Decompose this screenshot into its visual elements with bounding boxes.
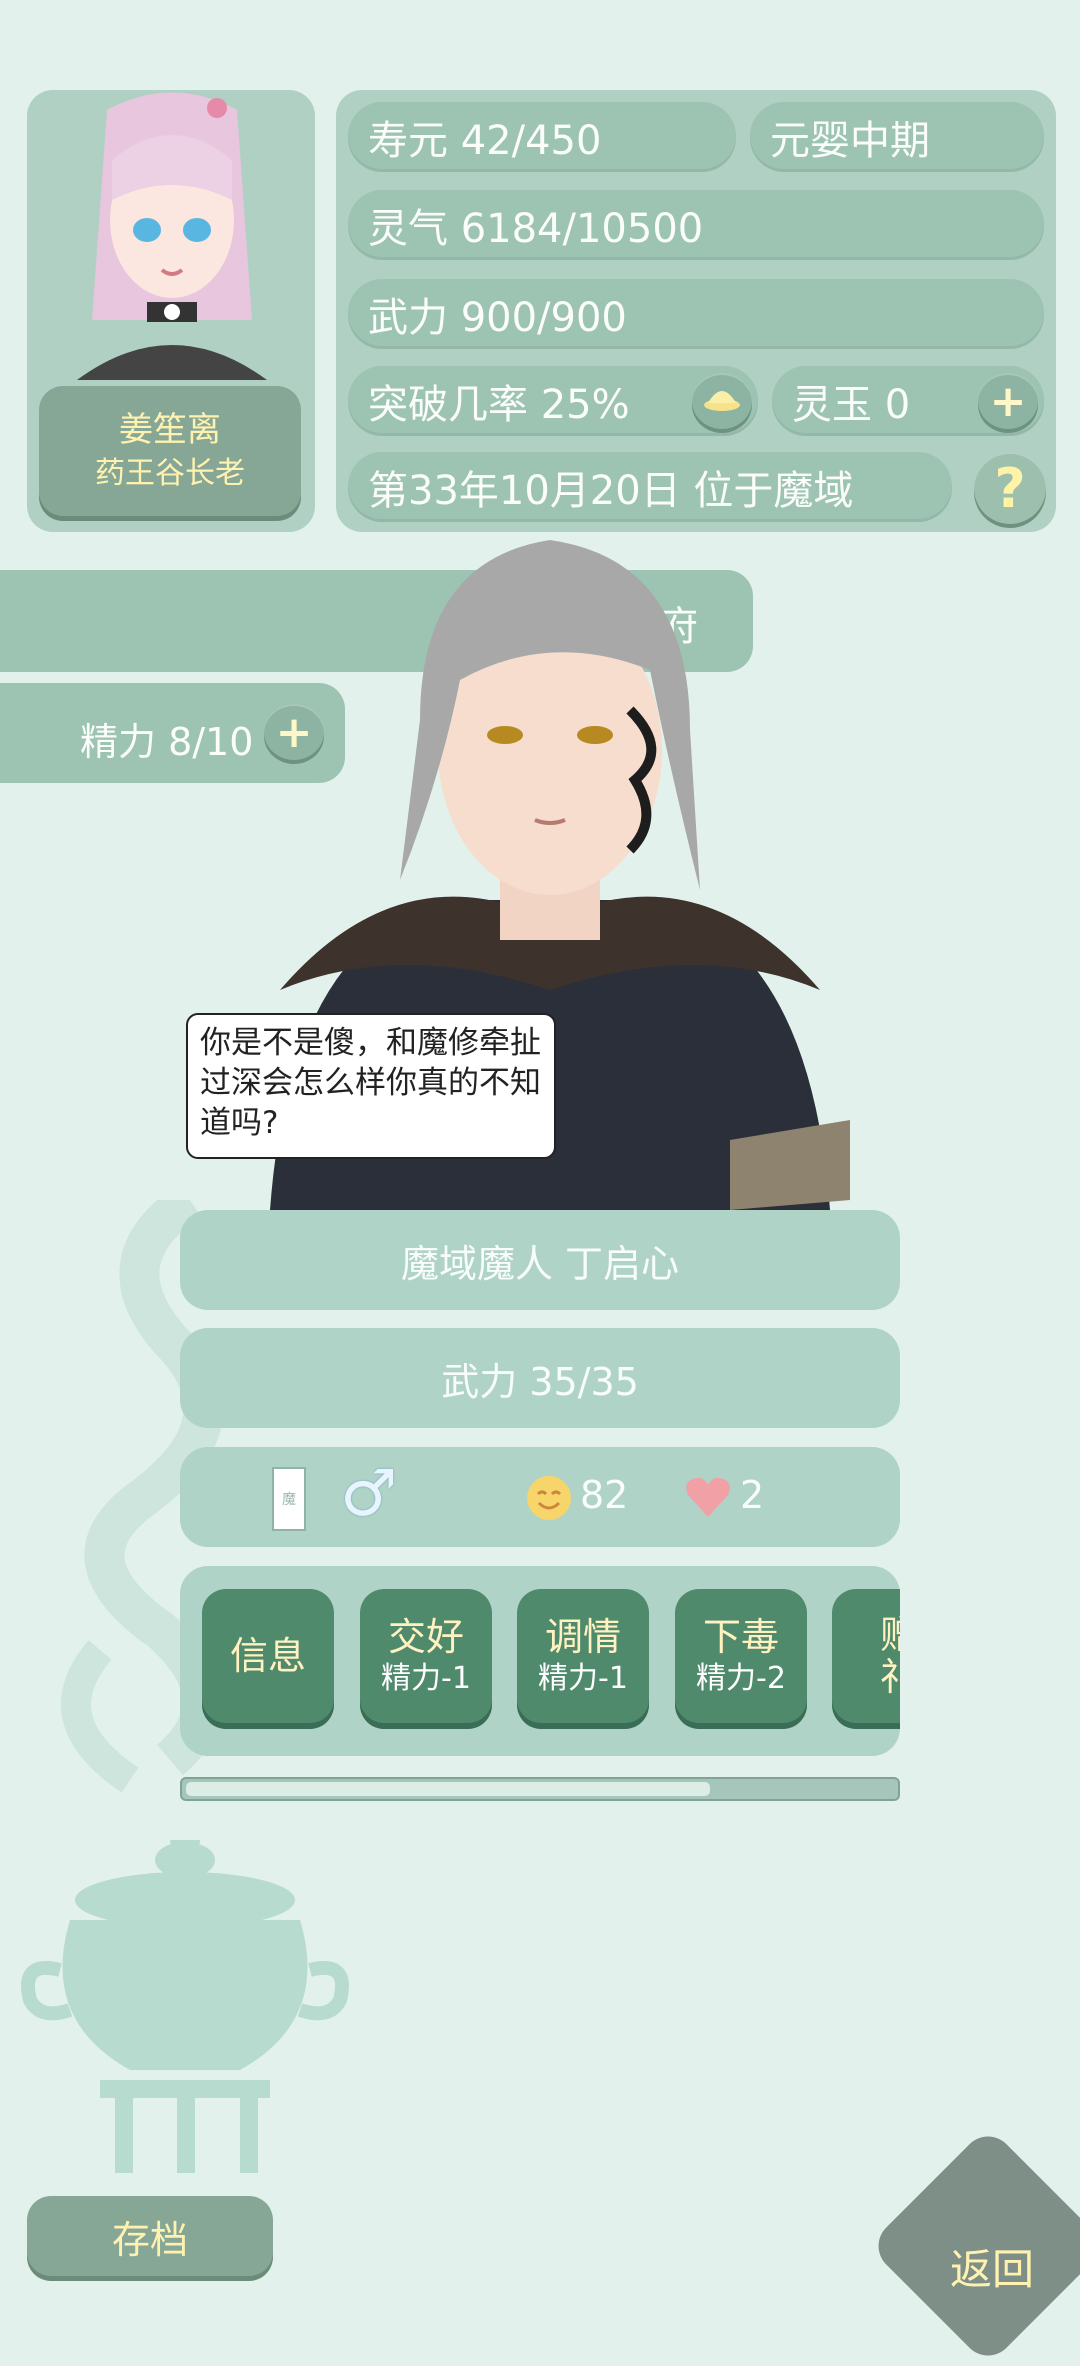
- npc-force: 武力 35/35: [180, 1328, 900, 1428]
- player-name: 姜笙离: [119, 410, 221, 450]
- force-stat: 武力 900/900: [348, 279, 1044, 349]
- info-button[interactable]: 信息: [202, 1589, 334, 1723]
- npc-speech-text: 你是不是傻，和魔修牵扯过深会怎么样你真的不知道吗?: [200, 1025, 541, 1141]
- befriend-button[interactable]: 交好 精力-1: [360, 1589, 492, 1723]
- flirt-button[interactable]: 调情 精力-1: [517, 1589, 649, 1723]
- npc-card-glyph: 魔: [282, 1492, 296, 1508]
- scrollbar-thumb[interactable]: [186, 1782, 710, 1796]
- befriend-button-cost: 精力-1: [381, 1661, 471, 1696]
- lifespan-stat: 寿元 42/450: [348, 102, 736, 172]
- gift-button[interactable]: 赠礼: [832, 1589, 900, 1723]
- befriend-button-label: 交好: [387, 1615, 464, 1659]
- back-button-label: 返回: [950, 2245, 1035, 2294]
- save-button-label: 存档: [111, 2217, 188, 2262]
- player-avatar[interactable]: [67, 90, 277, 380]
- energy-label: 精力 8/10: [80, 720, 254, 764]
- help-icon: ?: [994, 456, 1026, 520]
- npc-status-row: 魔 ♂ 82 2: [180, 1447, 900, 1547]
- breakthrough-label: 突破几率 25%: [368, 382, 630, 428]
- breakthrough-button[interactable]: [692, 373, 752, 429]
- flirt-button-label: 调情: [544, 1615, 621, 1659]
- realm-stat: 元婴中期: [750, 102, 1044, 172]
- spirit-jade-label: 灵玉 0: [792, 382, 911, 428]
- action-scroll-area[interactable]: 信息 交好 精力-1 调情 精力-1 下毒 精力-2 赠礼: [180, 1566, 900, 1756]
- plus-icon: +: [989, 375, 1027, 427]
- poison-button-cost: 精力-2: [696, 1661, 786, 1696]
- lotus-icon: [702, 385, 742, 417]
- save-button[interactable]: 存档: [27, 2196, 273, 2276]
- player-name-plate[interactable]: 姜笙离 药王谷长老: [39, 386, 301, 516]
- male-gender-icon: ♂: [340, 1457, 398, 1531]
- player-card: 姜笙离 药王谷长老: [27, 90, 315, 532]
- flirt-button-cost: 精力-1: [538, 1661, 628, 1696]
- help-button[interactable]: ?: [974, 452, 1046, 524]
- poison-button-label: 下毒: [702, 1615, 779, 1659]
- npc-name-line: 魔域魔人 丁启心: [180, 1210, 900, 1310]
- poison-button[interactable]: 下毒 精力-2: [675, 1589, 807, 1723]
- add-jade-button[interactable]: +: [978, 373, 1038, 429]
- smile-icon: [526, 1475, 572, 1530]
- mood-value: 82: [580, 1473, 629, 1517]
- npc-card-icon[interactable]: 魔: [272, 1467, 306, 1531]
- info-button-label: 信息: [229, 1634, 306, 1678]
- player-title: 药王谷长老: [95, 456, 245, 491]
- gift-button-label: 赠礼: [880, 1613, 900, 1699]
- spirit-qi-stat: 灵气 6184/10500: [348, 190, 1044, 260]
- date-location: 第33年10月20日 位于魔域: [348, 452, 952, 522]
- npc-speech-bubble: 你是不是傻，和魔修牵扯过深会怎么样你真的不知道吗?: [186, 1013, 556, 1159]
- action-scrollbar[interactable]: [180, 1777, 900, 1801]
- heart-icon: [684, 1475, 732, 1528]
- affection-value: 2: [740, 1473, 765, 1517]
